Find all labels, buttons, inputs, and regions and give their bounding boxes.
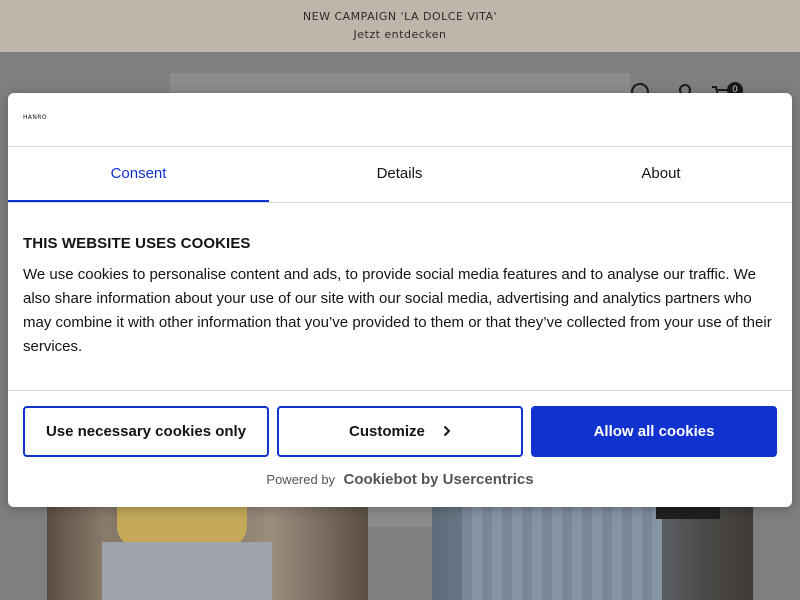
consent-tabs: Consent Details About xyxy=(8,147,792,202)
cookie-consent-dialog: HANRO Consent Details About THIS WEBSITE… xyxy=(8,93,792,507)
necessary-cookies-label: Use necessary cookies only xyxy=(45,423,247,440)
product-shirt xyxy=(117,507,247,547)
product-pants xyxy=(102,542,272,600)
product-pants xyxy=(462,507,662,600)
customize-label: Customize xyxy=(348,423,425,440)
powered-by-label: Powered by xyxy=(266,472,336,487)
cookiebot-link[interactable]: Cookiebot by Usercentrics xyxy=(344,471,534,488)
tab-about[interactable]: About xyxy=(530,147,792,202)
brand-logo: HANRO xyxy=(23,114,47,121)
promo-bar[interactable]: NEW CAMPAIGN 'LA DOLCE VITA' Jetzt entde… xyxy=(0,0,800,52)
dialog-heading: THIS WEBSITE USES COOKIES xyxy=(23,235,251,252)
allow-all-cookies-button[interactable]: Allow all cookies xyxy=(531,406,777,457)
tab-details[interactable]: Details xyxy=(269,147,530,202)
promo-title[interactable]: NEW CAMPAIGN 'LA DOLCE VITA' xyxy=(0,10,800,23)
promo-link[interactable]: Jetzt entdecken xyxy=(0,28,800,41)
tab-consent[interactable]: Consent xyxy=(8,147,269,202)
allow-all-label: Allow all cookies xyxy=(593,423,715,440)
divider xyxy=(8,390,792,391)
product-image-left[interactable] xyxy=(47,507,368,600)
product-image-right[interactable] xyxy=(432,507,753,600)
powered-by: Powered by Cookiebot by Usercentrics xyxy=(8,471,792,489)
chevron-right-icon xyxy=(443,409,451,456)
divider xyxy=(8,202,792,203)
customize-button[interactable]: Customize xyxy=(277,406,523,457)
dark-tab xyxy=(656,507,720,519)
necessary-cookies-button[interactable]: Use necessary cookies only xyxy=(23,406,269,457)
dialog-body-text: We use cookies to personalise content an… xyxy=(23,266,772,355)
